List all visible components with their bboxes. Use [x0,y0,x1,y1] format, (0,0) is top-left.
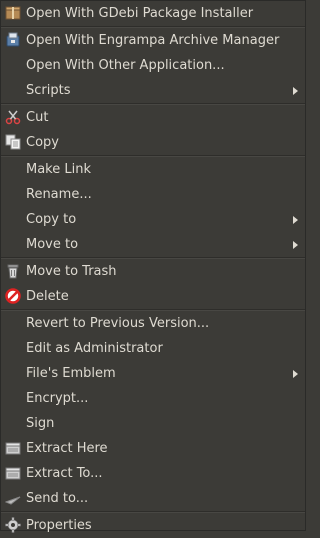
archive-manager-icon [6,32,20,47]
menu-item-label: Send to... [26,491,89,506]
menu-item-copy-to[interactable]: Copy to [1,207,305,232]
menu-item-label: Move to [26,237,79,252]
menu-item-open-with-engrampa[interactable]: Open With Engrampa Archive Manager [1,28,305,53]
menu-item-label: Scripts [26,83,71,98]
menu-item-label: Delete [26,289,69,304]
menu-item-label: Make Link [26,162,91,177]
submenu-arrow-icon [293,216,298,224]
menu-item-label: Copy [26,135,59,150]
menu-item-label: Open With GDebi Package Installer [26,6,254,21]
menu-item-copy[interactable]: Copy [1,130,305,155]
menu-item-extract-to[interactable]: Extract To... [1,461,305,486]
menu-item-cut[interactable]: Cut [1,105,305,130]
submenu-arrow-icon [293,87,298,95]
menu-item-label: Open With Other Application... [26,58,225,73]
menu-item-label: Revert to Previous Version... [26,316,210,331]
send-to-icon [5,496,21,505]
menu-item-extract-here[interactable]: Extract Here [1,436,305,461]
extract-here-icon [5,442,21,455]
trash-icon [7,264,19,279]
menu-item-label: Encrypt... [26,391,89,406]
submenu-arrow-icon [293,241,298,249]
menu-item-properties[interactable]: Properties [1,513,305,538]
submenu-arrow-icon [293,370,298,378]
menu-item-scripts[interactable]: Scripts [1,78,305,103]
menu-item-label: Extract Here [26,441,108,456]
menu-item-make-link[interactable]: Make Link [1,157,305,182]
menu-item-sign[interactable]: Sign [1,411,305,436]
menu-item-encrypt[interactable]: Encrypt... [1,386,305,411]
menu-item-label: Properties [26,518,92,533]
copy-icon [5,134,21,150]
menu-item-label: Rename... [26,187,92,202]
context-menu: Open With GDebi Package Installer Open W… [0,0,306,533]
extract-to-icon [5,467,21,480]
menu-item-label: Sign [26,416,55,431]
menu-item-revert[interactable]: Revert to Previous Version... [1,311,305,336]
menu-item-label: Cut [26,110,49,125]
menu-item-open-with-other[interactable]: Open With Other Application... [1,53,305,78]
menu-item-files-emblem[interactable]: File's Emblem [1,361,305,386]
menu-item-edit-as-admin[interactable]: Edit as Administrator [1,336,305,361]
menu-item-label: Open With Engrampa Archive Manager [26,33,280,48]
menu-item-delete[interactable]: Delete [1,284,305,309]
menu-item-label: File's Emblem [26,366,116,381]
menu-item-send-to[interactable]: Send to... [1,486,305,511]
menu-item-rename[interactable]: Rename... [1,182,305,207]
menu-item-move-to[interactable]: Move to [1,232,305,257]
menu-item-move-to-trash[interactable]: Move to Trash [1,259,305,284]
delete-icon [5,288,21,304]
menu-item-label: Extract To... [26,466,103,481]
scissors-icon [5,110,21,125]
menu-item-label: Edit as Administrator [26,341,163,356]
package-icon [5,6,21,20]
menu-item-open-with-gdebi[interactable]: Open With GDebi Package Installer [1,1,305,26]
menu-item-label: Move to Trash [26,264,117,279]
menu-item-label: Copy to [26,212,77,227]
